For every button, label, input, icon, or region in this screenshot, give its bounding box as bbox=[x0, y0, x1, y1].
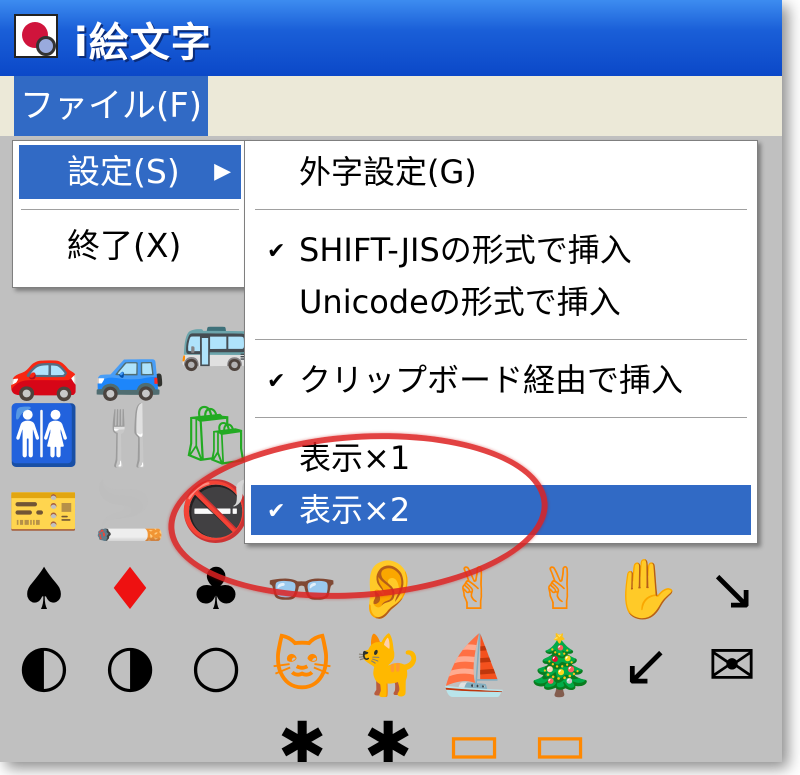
title-bar[interactable]: i絵文字 bbox=[0, 0, 782, 76]
submenu-item-unicode[interactable]: Unicodeの形式で挿入 bbox=[251, 277, 751, 327]
menu-bar: ファイル(F) bbox=[0, 76, 782, 136]
car-green-icon[interactable]: 🚙 bbox=[90, 334, 170, 404]
submenu-item-gaiji-label: 外字設定(G) bbox=[299, 153, 477, 191]
restaurant-icon[interactable]: 🍴 bbox=[90, 400, 170, 470]
app-window: i絵文字 ファイル(F) 🚗 🚙 🚌 🚻 🍴 🛍 🎫 🚬 🚭 ♠ ♦ ♣ 👓 👂… bbox=[0, 0, 782, 762]
moon-2-icon[interactable]: ◑ bbox=[90, 630, 170, 700]
moon-icon[interactable]: ◐ bbox=[4, 630, 84, 700]
partial-row-4-icon[interactable]: ▭ bbox=[520, 708, 600, 762]
arrow-down-right-icon[interactable]: ↘ bbox=[692, 554, 772, 624]
cat-icon[interactable]: 🐱 bbox=[262, 630, 342, 700]
arrow-down-left-icon[interactable]: ↙ bbox=[606, 630, 686, 700]
menu-item-exit-label: 終了(X) bbox=[67, 226, 182, 265]
submenu-item-gaiji-settings[interactable]: 外字設定(G) bbox=[251, 147, 751, 197]
peace-hand-2-icon[interactable]: ✌ bbox=[520, 554, 600, 624]
submenu-arrow-icon: ▶ bbox=[214, 159, 231, 184]
menu-item-exit[interactable]: 終了(X) bbox=[19, 219, 241, 273]
submenu-item-shiftjis[interactable]: ✔ SHIFT-JISの形式で挿入 bbox=[251, 225, 751, 275]
partial-row-2-icon[interactable]: ✱ bbox=[348, 708, 428, 762]
cat-2-icon[interactable]: 🐈 bbox=[348, 630, 428, 700]
app-icon-magnifier bbox=[36, 36, 56, 56]
check-icon: ✔ bbox=[267, 239, 286, 264]
tree-icon[interactable]: 🎄 bbox=[520, 630, 600, 700]
partial-row-3-icon[interactable]: ▭ bbox=[434, 708, 514, 762]
car-icon[interactable]: 🚗 bbox=[4, 334, 84, 404]
sailboat-icon[interactable]: ⛵ bbox=[434, 630, 514, 700]
submenu-separator bbox=[255, 209, 747, 211]
submenu-item-unicode-label: Unicodeの形式で挿入 bbox=[299, 283, 621, 321]
restroom-icon[interactable]: 🚻 bbox=[4, 400, 84, 470]
submenu-item-shiftjis-label: SHIFT-JISの形式で挿入 bbox=[299, 231, 632, 269]
diamond-icon[interactable]: ♦ bbox=[90, 554, 170, 624]
submenu-item-clipboard[interactable]: ✔ クリップボード経由で挿入 bbox=[251, 355, 751, 405]
circle-icon[interactable]: ○ bbox=[176, 630, 256, 700]
ticket-icon[interactable]: 🎫 bbox=[4, 476, 84, 546]
smoking-icon[interactable]: 🚬 bbox=[90, 476, 170, 546]
partial-row-icon[interactable]: ✱ bbox=[262, 708, 342, 762]
submenu-separator bbox=[255, 417, 747, 419]
menu-item-settings[interactable]: 設定(S) ▶ bbox=[19, 145, 241, 199]
submenu-item-clipboard-label: クリップボード経由で挿入 bbox=[299, 361, 684, 399]
app-icon[interactable] bbox=[14, 14, 58, 58]
submenu-separator bbox=[255, 339, 747, 341]
open-hand-icon[interactable]: ✋ bbox=[606, 554, 686, 624]
menu-separator bbox=[21, 209, 239, 211]
mail-icon[interactable]: ✉ bbox=[692, 630, 772, 700]
spade-icon[interactable]: ♠ bbox=[4, 554, 84, 624]
window-title: i絵文字 bbox=[74, 20, 212, 66]
check-icon: ✔ bbox=[267, 369, 286, 394]
menu-file[interactable]: ファイル(F) bbox=[14, 76, 208, 136]
menu-item-settings-label: 設定(S) bbox=[67, 152, 180, 191]
file-menu: 設定(S) ▶ 終了(X) bbox=[12, 140, 248, 288]
